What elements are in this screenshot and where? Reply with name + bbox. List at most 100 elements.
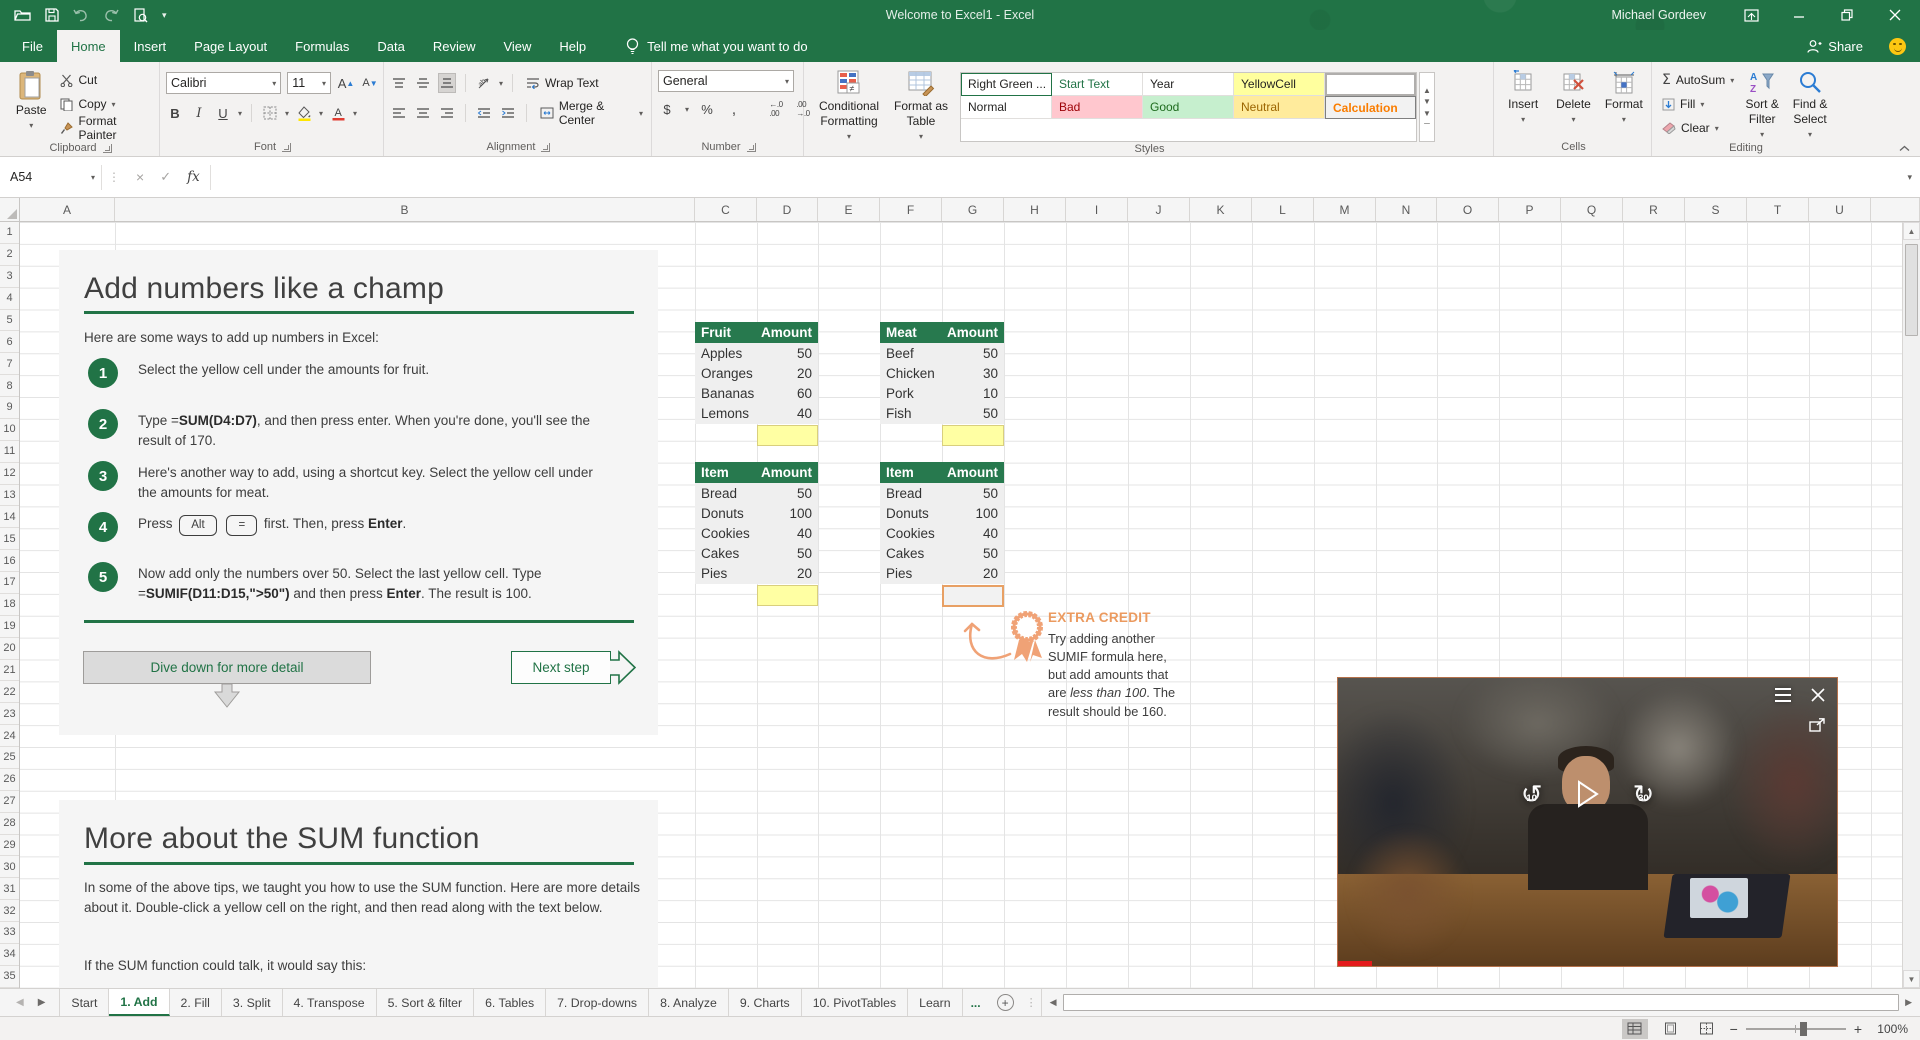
horizontal-scrollbar[interactable]: ◀ ▶	[1040, 989, 1920, 1016]
align-left-icon[interactable]	[390, 103, 408, 123]
sheet-canvas[interactable]: Add numbers like a champ Here are some w…	[20, 222, 1902, 988]
find-select-button[interactable]: Find & Select ▾	[1786, 66, 1834, 140]
row-header-22[interactable]: 22	[0, 681, 19, 704]
sheet-tab-9-charts[interactable]: 9. Charts	[728, 989, 802, 1016]
row-header-26[interactable]: 26	[0, 769, 19, 791]
font-size-select[interactable]: 11 ▾	[287, 72, 331, 94]
row-header-17[interactable]: 17	[0, 572, 19, 594]
cell-style-start-text[interactable]: Start Text	[1052, 73, 1143, 96]
italic-button[interactable]: I	[190, 103, 208, 123]
sheet-tab-8-analyze[interactable]: 8. Analyze	[649, 989, 729, 1016]
open-icon[interactable]	[14, 8, 31, 22]
row-header-7[interactable]: 7	[0, 353, 19, 376]
next-step-button[interactable]: Next step	[511, 651, 611, 684]
row-header-31[interactable]: 31	[0, 878, 19, 901]
format-as-table-button[interactable]: Format as Table ▾	[888, 66, 954, 142]
comma-icon[interactable]: ,	[725, 99, 743, 119]
increase-indent-icon[interactable]	[499, 103, 517, 123]
cell-style-blank[interactable]	[1325, 73, 1416, 96]
formula-input[interactable]	[211, 165, 1900, 190]
qat-customize-icon[interactable]: ▾	[162, 10, 167, 21]
page-break-view-button[interactable]	[1694, 1019, 1720, 1039]
formula-bar-expand-icon[interactable]: ▾	[1899, 172, 1920, 183]
column-header-E[interactable]: E	[818, 198, 880, 221]
row-header-21[interactable]: 21	[0, 660, 19, 682]
cell-style-bad[interactable]: Bad	[1052, 96, 1143, 119]
cell-style-yellowcell[interactable]: YellowCell	[1234, 73, 1325, 96]
sheet-nav-next-icon[interactable]: ▶	[38, 997, 46, 1008]
fill-button[interactable]: Fill ▾	[1658, 92, 1738, 116]
close-icon[interactable]	[1886, 6, 1904, 24]
row-header-34[interactable]: 34	[0, 944, 19, 966]
gallery-up-icon[interactable]: ▲	[1423, 86, 1431, 96]
zoom-in-icon[interactable]: +	[1854, 1022, 1862, 1036]
align-right-icon[interactable]	[438, 103, 456, 123]
underline-caret[interactable]: ▾	[238, 109, 242, 118]
align-center-icon[interactable]	[414, 103, 432, 123]
scroll-up-icon[interactable]: ▲	[1903, 222, 1920, 240]
horizontal-scroll-thumb[interactable]	[1062, 994, 1900, 1011]
tell-me-box[interactable]: Tell me what you want to do	[626, 30, 808, 62]
ribbon-tab-help[interactable]: Help	[545, 30, 600, 62]
row-header-14[interactable]: 14	[0, 506, 19, 529]
wrap-text-button[interactable]: Wrap Text	[522, 71, 603, 95]
print-preview-icon[interactable]	[133, 7, 148, 23]
sheet-nav-prev-icon[interactable]: ◀	[16, 997, 24, 1008]
sheet-tab-1-add[interactable]: 1. Add	[109, 989, 170, 1016]
insert-function-icon[interactable]: fx	[187, 169, 200, 185]
restore-icon[interactable]	[1838, 6, 1856, 24]
align-bottom-icon[interactable]	[438, 73, 456, 93]
cell-style-calculation[interactable]: Calculation	[1325, 96, 1416, 119]
cancel-entry-icon[interactable]: ×	[136, 169, 144, 185]
underline-button[interactable]: U	[214, 103, 232, 123]
row-header-1[interactable]: 1	[0, 222, 19, 244]
ribbon-tab-file[interactable]: File	[8, 30, 57, 62]
font-name-select[interactable]: Calibri ▾	[166, 72, 282, 94]
sheet-tab-7-drop-downs[interactable]: 7. Drop-downs	[546, 989, 650, 1016]
row-header-30[interactable]: 30	[0, 856, 19, 879]
row-header-15[interactable]: 15	[0, 528, 19, 551]
column-header-R[interactable]: R	[1623, 198, 1685, 221]
bold-button[interactable]: B	[166, 103, 184, 123]
gallery-down-icon[interactable]: ▼	[1423, 97, 1431, 107]
ribbon-display-options-icon[interactable]	[1742, 6, 1760, 24]
number-format-select[interactable]: General ▾	[658, 70, 794, 92]
zoom-slider[interactable]	[1745, 1021, 1846, 1036]
formula-bar-handle[interactable]: ⋮	[102, 170, 126, 184]
align-middle-icon[interactable]	[414, 73, 432, 93]
insert-cells-button[interactable]: Insert ▾	[1500, 66, 1546, 138]
decrease-font-icon[interactable]: A ▼	[361, 73, 379, 93]
align-top-icon[interactable]	[390, 73, 408, 93]
minimize-icon[interactable]	[1790, 6, 1808, 24]
row-header-24[interactable]: 24	[0, 725, 19, 747]
normal-view-button[interactable]	[1621, 1018, 1648, 1039]
ribbon-tab-page-layout[interactable]: Page Layout	[180, 30, 281, 62]
row-header-35[interactable]: 35	[0, 966, 19, 988]
column-header-U[interactable]: U	[1809, 198, 1871, 221]
tab-splitter-handle[interactable]: ⋮	[1026, 996, 1037, 1009]
sheet-tab-6-tables[interactable]: 6. Tables	[474, 989, 547, 1016]
confirm-entry-icon[interactable]: ✓	[160, 169, 171, 185]
cut-button[interactable]: Cut	[56, 68, 155, 92]
column-header-C[interactable]: C	[695, 198, 757, 221]
column-header-N[interactable]: N	[1376, 198, 1437, 221]
cell-style-good[interactable]: Good	[1143, 96, 1234, 119]
scroll-down-icon[interactable]: ▼	[1903, 970, 1920, 988]
row-header-18[interactable]: 18	[0, 594, 19, 616]
row-header-6[interactable]: 6	[0, 331, 19, 354]
autosum-button[interactable]: Σ AutoSum ▾	[1658, 68, 1738, 92]
column-header-S[interactable]: S	[1685, 198, 1747, 221]
row-header-29[interactable]: 29	[0, 835, 19, 857]
vertical-scrollbar[interactable]: ▲ ▼	[1902, 222, 1920, 988]
column-header-M[interactable]: M	[1314, 198, 1376, 221]
video-progress-bar[interactable]	[1338, 961, 1372, 966]
row-header-4[interactable]: 4	[0, 288, 19, 310]
paste-button[interactable]: Paste ▾	[6, 66, 56, 140]
increase-font-icon[interactable]: A ▲	[337, 73, 355, 93]
ribbon-tab-view[interactable]: View	[489, 30, 545, 62]
number-dialog-launcher[interactable]	[746, 142, 756, 152]
merge-center-button[interactable]: Merge & Center ▾	[536, 99, 647, 127]
ribbon-tab-insert[interactable]: Insert	[120, 30, 181, 62]
increase-decimal-icon[interactable]: ←.0.00	[767, 99, 785, 119]
vertical-scroll-thumb[interactable]	[1905, 244, 1918, 336]
